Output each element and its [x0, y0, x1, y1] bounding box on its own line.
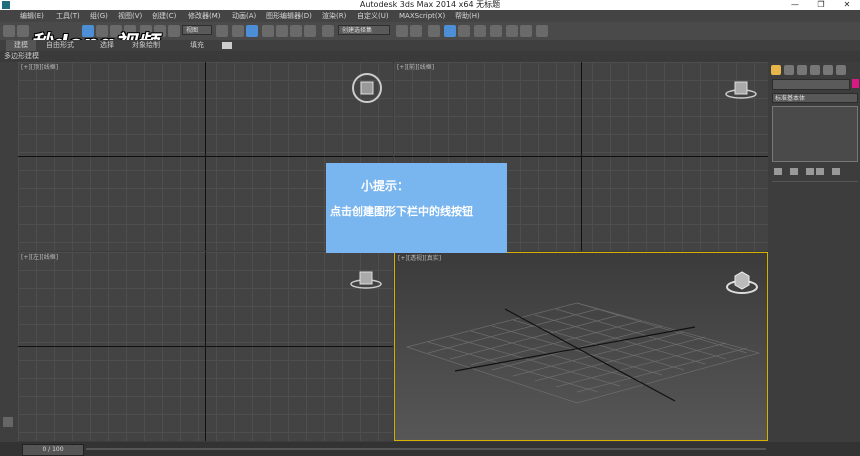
align-icon[interactable] — [410, 25, 422, 37]
time-slider-thumb[interactable]: 0 / 100 — [22, 444, 84, 456]
hierarchy-tab-icon[interactable] — [797, 65, 807, 75]
minimize-icon[interactable]: — — [782, 0, 808, 10]
viewport-label-front[interactable]: [+][前][线框] — [397, 62, 434, 71]
create-tab-icon[interactable] — [771, 65, 781, 75]
angle-snap-icon[interactable] — [276, 25, 288, 37]
menu-customize[interactable]: 自定义(U) — [357, 10, 389, 22]
hint-text: 点击创建图形下栏中的线按钮 — [330, 205, 473, 218]
spinner-snap-icon[interactable] — [304, 25, 316, 37]
reference-coordinate-dropdown[interactable]: 视图 — [182, 25, 212, 35]
viewport-label-left[interactable]: [+][左][线框] — [21, 252, 58, 261]
tab-selection[interactable]: 选择 — [100, 40, 114, 51]
configure-sets-icon[interactable] — [832, 168, 840, 175]
close-icon[interactable]: ✕ — [834, 0, 860, 10]
render-production-icon[interactable] — [536, 25, 548, 37]
unlink-icon[interactable] — [17, 25, 29, 37]
viewcube-icon[interactable] — [724, 78, 758, 100]
motion-tab-icon[interactable] — [810, 65, 820, 75]
select-scale-icon[interactable] — [168, 25, 180, 37]
title-bar: Autodesk 3ds Max 2014 x64 无标题 — ❐ ✕ — [0, 0, 860, 10]
polygon-modeling-label[interactable]: 多边形建模 — [4, 51, 39, 62]
menu-graph-editors[interactable]: 图形编辑器(D) — [266, 10, 312, 22]
rollout-area — [772, 106, 858, 162]
time-slider[interactable]: 0 / 100 — [0, 442, 860, 456]
scroll-arrow-icon[interactable] — [3, 417, 13, 427]
window-title: Autodesk 3ds Max 2014 x64 无标题 — [359, 0, 501, 9]
object-name-field[interactable] — [772, 79, 850, 90]
menu-edit[interactable]: 编辑(E) — [20, 10, 44, 22]
utilities-tab-icon[interactable] — [836, 65, 846, 75]
menu-rendering[interactable]: 渲染(R) — [322, 10, 346, 22]
tab-object-paint[interactable]: 对象绘制 — [132, 40, 160, 51]
schematic-view-icon[interactable] — [474, 25, 486, 37]
pin-stack-icon[interactable] — [774, 168, 782, 175]
menu-animation[interactable]: 动画(A) — [232, 10, 256, 22]
show-end-result-icon[interactable] — [790, 168, 798, 175]
material-editor-icon[interactable] — [490, 25, 502, 37]
viewport-left[interactable]: [+][左][线框] — [18, 252, 393, 441]
render-setup-icon[interactable] — [506, 25, 518, 37]
perspective-grid — [405, 302, 761, 404]
link-icon[interactable] — [3, 25, 15, 37]
tab-modeling[interactable]: 建模 — [6, 40, 36, 51]
viewport-perspective[interactable]: [+][透视][真实] — [394, 252, 768, 441]
keyboard-shortcut-icon[interactable] — [246, 25, 258, 37]
menu-group[interactable]: 组(G) — [90, 10, 108, 22]
select-manipulate-icon[interactable] — [232, 25, 244, 37]
menu-bar: 编辑(E) 工具(T) 组(G) 视图(V) 创建(C) 修改器(M) 动画(A… — [0, 10, 860, 22]
graphite-toolbar-icon[interactable] — [444, 25, 456, 37]
menu-tools[interactable]: 工具(T) — [56, 10, 80, 22]
tab-populate[interactable]: 填充 — [190, 40, 204, 51]
ribbon-tabs: 建模 自由形式 选择 对象绘制 填充 — [0, 40, 860, 51]
panel-divider — [772, 181, 858, 182]
viewcube-icon[interactable] — [725, 267, 759, 297]
viewcube-icon[interactable] — [351, 72, 383, 104]
menu-maxscript[interactable]: MAXScript(X) — [399, 10, 445, 22]
object-color-swatch[interactable] — [852, 79, 859, 88]
hint-overlay: 小提示： 点击创建图形下栏中的线按钮 — [326, 163, 507, 253]
menu-create[interactable]: 创建(C) — [152, 10, 176, 22]
menu-modifiers[interactable]: 修改器(M) — [188, 10, 221, 22]
display-tab-icon[interactable] — [823, 65, 833, 75]
timeline-track[interactable] — [86, 448, 766, 450]
pivot-center-icon[interactable] — [216, 25, 228, 37]
snaps-toggle-icon[interactable] — [262, 25, 274, 37]
layer-manager-icon[interactable] — [428, 25, 440, 37]
percent-snap-icon[interactable] — [290, 25, 302, 37]
maximize-icon[interactable]: ❐ — [808, 0, 834, 10]
remove-modifier-icon[interactable] — [816, 168, 824, 175]
hint-title: 小提示： — [361, 179, 410, 193]
named-selection-set-field[interactable]: 创建选择集 — [338, 25, 390, 35]
command-panel: 标准基本体 — [768, 62, 860, 442]
curve-editor-icon[interactable] — [458, 25, 470, 37]
viewcube-icon[interactable] — [349, 268, 383, 290]
left-strip — [0, 62, 18, 442]
rendered-frame-window-icon[interactable] — [520, 25, 532, 37]
make-unique-icon[interactable] — [806, 168, 814, 175]
menu-views[interactable]: 视图(V) — [118, 10, 142, 22]
object-type-dropdown[interactable]: 标准基本体 — [772, 93, 858, 103]
menu-help[interactable]: 帮助(H) — [455, 10, 480, 22]
ribbon-options-icon[interactable] — [222, 42, 232, 49]
tab-freeform[interactable]: 自由形式 — [46, 40, 74, 51]
mirror-icon[interactable] — [396, 25, 408, 37]
edit-named-selection-icon[interactable] — [322, 25, 334, 37]
viewport-label-top[interactable]: [+][顶][线框] — [21, 62, 58, 71]
modify-tab-icon[interactable] — [784, 65, 794, 75]
